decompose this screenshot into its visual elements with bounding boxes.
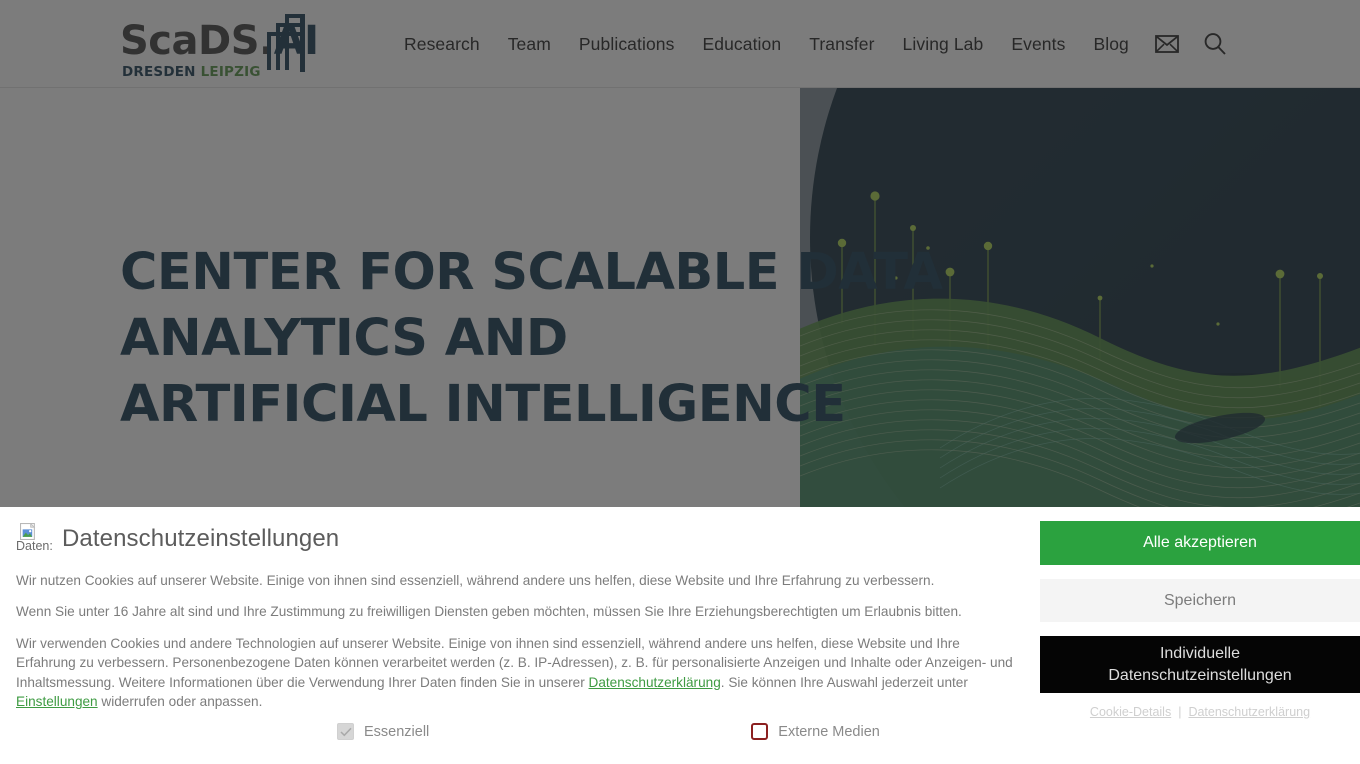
cookie-paragraph-3-text-b: . Sie können Ihre Auswahl jederzeit unte… (720, 674, 968, 690)
cookie-banner-title: Datenschutzeinstellungen (62, 525, 340, 552)
consent-option-essenziell[interactable]: Essenziell (337, 723, 430, 741)
consent-options-row: Essenziell Externe Medien (16, 723, 1016, 741)
page-root: ScaDS.AI DRESDEN LEIPZIG Research Team P… (0, 0, 1360, 764)
cookie-banner-actions: Alle akzeptieren Speichern Individuelle … (1032, 521, 1360, 764)
cookie-footer-links: Cookie-Details | Datenschutzerklärung (1040, 705, 1360, 719)
broken-image-icon: Daten: (16, 523, 54, 559)
checkbox-essenziell[interactable] (337, 723, 354, 741)
cookie-consent-banner: Daten: Datenschutzeinstellungen Wir nutz… (0, 507, 1360, 764)
broken-image-placeholder-icon (20, 523, 36, 540)
individual-settings-button[interactable]: Individuelle Datenschutzeinstellungen (1040, 636, 1360, 693)
consent-label-essenziell: Essenziell (364, 723, 430, 740)
settings-inline-link[interactable]: Einstellungen (16, 694, 98, 709)
privacy-policy-footer-link[interactable]: Datenschutzerklärung (1188, 705, 1310, 719)
cookie-paragraph-2: Wenn Sie unter 16 Jahre alt sind und Ihr… (16, 604, 962, 620)
cookie-details-link[interactable]: Cookie-Details (1090, 705, 1171, 719)
cookie-paragraph-3: Wir verwenden Cookies und andere Technol… (16, 634, 1016, 712)
consent-label-externe-medien: Externe Medien (778, 723, 880, 740)
accept-all-button[interactable]: Alle akzeptieren (1040, 521, 1360, 565)
checkbox-externe-medien[interactable] (751, 723, 769, 741)
check-icon (339, 727, 352, 737)
cookie-paragraph-3-text-c: widerrufen oder anpassen. (97, 694, 263, 710)
cookie-paragraph-1: Wir nutzen Cookies auf unserer Website. … (16, 573, 935, 588)
consent-option-externe-medien[interactable]: Externe Medien (751, 723, 880, 741)
broken-image-alt-text: Daten: (16, 539, 53, 553)
privacy-policy-inline-link[interactable]: Datenschutzerklärung (589, 675, 721, 690)
save-button[interactable]: Speichern (1040, 579, 1360, 622)
footer-link-separator: | (1178, 705, 1182, 719)
cookie-banner-content: Daten: Datenschutzeinstellungen Wir nutz… (0, 521, 1032, 764)
